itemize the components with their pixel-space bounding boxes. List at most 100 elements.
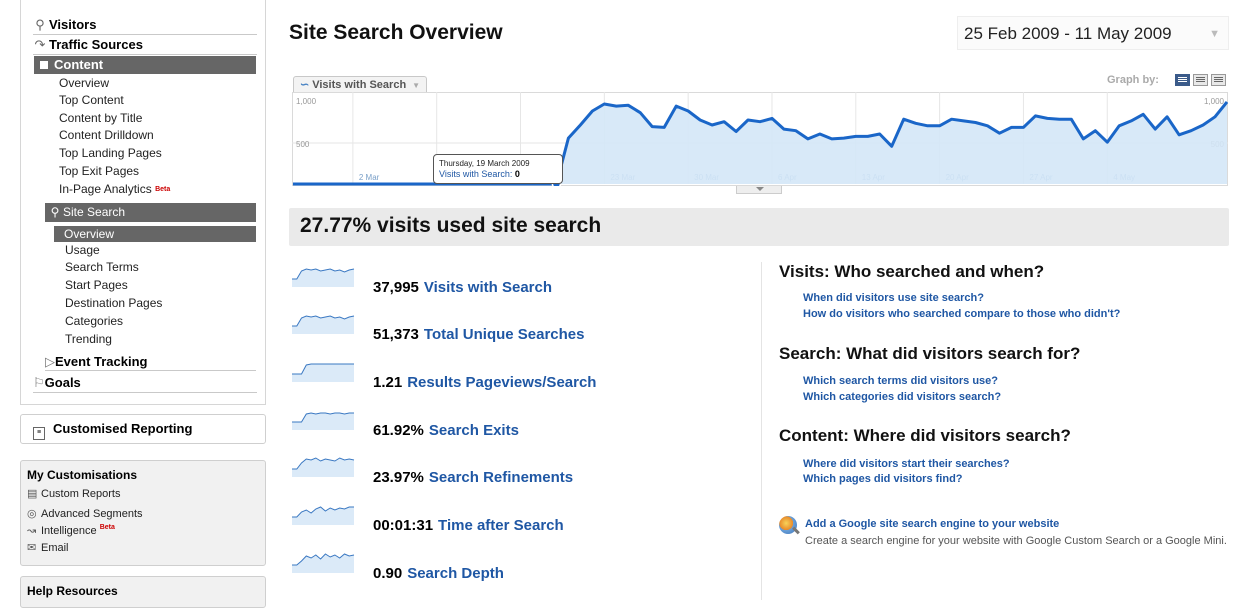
metric-value-line: 61.92% Search Exits [373, 422, 519, 439]
sparkline-area [292, 364, 354, 382]
nav-site-search-overview[interactable]: Overview [54, 226, 256, 242]
graph-by-week-button[interactable] [1193, 74, 1208, 86]
metric-value-line: 1.21 Results Pageviews/Search [373, 374, 596, 391]
customised-reporting-button[interactable]: ≡ Customised Reporting [20, 414, 266, 444]
sparkline [292, 268, 355, 287]
nav-destination-pages[interactable]: Destination Pages [65, 295, 162, 312]
nav-trending[interactable]: Trending [65, 331, 112, 348]
nav-in-page-analytics[interactable]: In-Page Analytics Beta [59, 181, 170, 198]
nav-categories[interactable]: Categories [65, 313, 123, 330]
nav-start-pages[interactable]: Start Pages [65, 277, 128, 294]
nav-search-terms[interactable]: Search Terms [65, 259, 139, 276]
metric-value: 0.90 [373, 565, 403, 582]
person-icon: ⚲ [35, 17, 45, 32]
nav-site-search-overview-label: Overview [64, 227, 115, 241]
nav-visitors[interactable]: ⚲ Visitors [33, 16, 257, 35]
email-link[interactable]: ✉ Email [27, 541, 69, 554]
question-heading-content: Content: Where did visitors search? [779, 426, 1071, 445]
chevron-down-icon: ▼ [1209, 28, 1220, 40]
y-tick-label: 1,000 [296, 97, 317, 106]
nav-content-overview[interactable]: Overview [59, 75, 109, 92]
metric-value-line: 51,373 Total Unique Searches [373, 326, 585, 343]
google-search-icon [779, 516, 797, 534]
custom-reports-label: Custom Reports [41, 488, 121, 500]
y-tick-label: 500 [296, 140, 310, 149]
nav-content[interactable]: Content [34, 56, 256, 74]
nav-content-by-title[interactable]: Content by Title [59, 110, 142, 127]
metric-value-line: 0.90 Search Depth [373, 565, 504, 582]
sparkline-area [292, 458, 354, 477]
chart-collapse-tab[interactable] [736, 186, 782, 194]
sparkline-area [292, 507, 354, 525]
graph-by-month-button[interactable] [1211, 74, 1226, 86]
sparkline [292, 363, 354, 382]
question-link[interactable]: Where did visitors start their searches? [803, 458, 1010, 470]
question-link[interactable]: When did visitors use site search? [803, 292, 984, 304]
nav-usage[interactable]: Usage [65, 242, 100, 259]
nav-top-exit-pages[interactable]: Top Exit Pages [59, 163, 139, 180]
page-title: Site Search Overview [289, 21, 503, 44]
metric-row: 37,995 Visits with Search [291, 265, 751, 296]
sparkline [292, 553, 355, 573]
email-label: Email [41, 542, 69, 554]
magnifier-icon: ⚲ [50, 205, 60, 219]
summary-headline: 27.77% visits used site search [300, 214, 602, 237]
help-resources-panel: Help Resources [20, 576, 266, 608]
traffic-icon: ↷ [34, 37, 46, 52]
tooltip-date: Thursday, 19 March 2009 [439, 159, 530, 168]
metric-value: 37,995 [373, 279, 419, 296]
custom-reports-link[interactable]: ▤ Custom Reports [27, 487, 120, 500]
sparkline [292, 506, 354, 525]
main-content: Site Search Overview 25 Feb 2009 - 11 Ma… [281, 0, 1238, 600]
nav-event-tracking[interactable]: ▷Event Tracking [45, 353, 256, 371]
metric-value: 1.21 [373, 374, 403, 391]
nav-traffic-sources[interactable]: ↷ Traffic Sources [33, 36, 257, 55]
sparkline-icon: ∽ [300, 79, 310, 91]
metric-link[interactable]: Total Unique Searches [424, 326, 585, 343]
sparkline [292, 457, 355, 477]
intelligence-label: Intelligence [41, 525, 97, 537]
beta-badge: Beta [99, 524, 115, 531]
metric-link[interactable]: Search Depth [407, 565, 504, 582]
metric-value-line: 23.97% Search Refinements [373, 469, 573, 486]
metric-row: 0.90 Search Depth [291, 551, 751, 582]
my-customisations-title: My Customisations [27, 468, 138, 482]
metric-link[interactable]: Results Pageviews/Search [407, 374, 596, 391]
nav-panel: ⚲ Visitors ↷ Traffic Sources Content Overv… [20, 0, 266, 405]
date-range-selector[interactable]: 25 Feb 2009 - 11 May 2009 ▼ [957, 16, 1229, 50]
report-icon: ▤ [27, 488, 38, 500]
nav-content-drilldown[interactable]: Content Drilldown [59, 127, 154, 144]
graph-metric-selector[interactable]: ∽ Visits with Search ▼ [293, 76, 428, 93]
nav-traffic-sources-label: Traffic Sources [49, 37, 143, 52]
advanced-segments-link[interactable]: ◎ Advanced Segments [27, 507, 143, 520]
question-link[interactable]: Which search terms did visitors use? [803, 375, 998, 387]
nav-visitors-label: Visitors [49, 17, 97, 32]
question-link[interactable]: How do visitors who searched compare to … [803, 308, 1120, 320]
graph-by-day-button[interactable] [1175, 74, 1190, 86]
sparkline [292, 315, 355, 334]
summary-bar: 27.77% visits used site search [289, 208, 1229, 246]
metric-link[interactable]: Search Refinements [429, 469, 573, 486]
metric-link[interactable]: Visits with Search [424, 279, 552, 296]
nav-top-content[interactable]: Top Content [59, 92, 124, 109]
nav-goals[interactable]: ⚐Goals [33, 374, 257, 393]
nav-in-page-analytics-label: In-Page Analytics [59, 182, 152, 196]
content-icon [40, 61, 48, 69]
sparkline [292, 412, 354, 430]
question-link[interactable]: Which categories did visitors search? [803, 391, 1001, 403]
tooltip-metric: Visits with Search: [439, 169, 513, 179]
metric-link[interactable]: Search Exits [429, 422, 519, 439]
metric-link[interactable]: Time after Search [438, 517, 564, 534]
nav-top-landing-pages[interactable]: Top Landing Pages [59, 145, 162, 162]
chevron-down-icon [756, 187, 764, 191]
tooltip-value: 0 [514, 169, 520, 179]
nav-site-search[interactable]: ⚲ Site Search [45, 203, 256, 222]
metric-row: 51,373 Total Unique Searches [291, 312, 751, 343]
google-site-search-link[interactable]: Add a Google site search engine to your … [805, 518, 1059, 530]
intelligence-link[interactable]: ↝ Intelligence Beta [27, 524, 115, 537]
metric-value: 23.97% [373, 469, 424, 486]
question-link[interactable]: Which pages did visitors find? [803, 473, 963, 485]
segments-icon: ◎ [27, 508, 37, 520]
metric-row: 23.97% Search Refinements [291, 455, 751, 486]
metric-value-line: 00:01:31 Time after Search [373, 517, 564, 534]
